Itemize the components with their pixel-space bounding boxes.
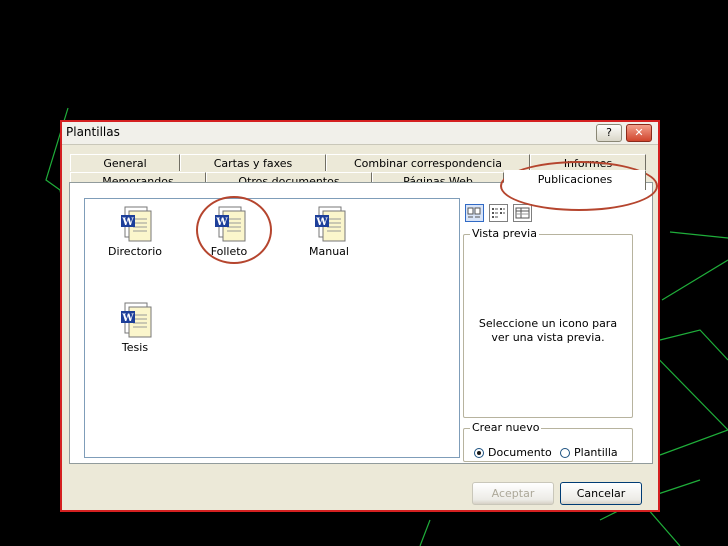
- preview-legend: Vista previa: [470, 227, 539, 240]
- tab-general[interactable]: General: [70, 154, 180, 171]
- close-button[interactable]: ✕: [626, 124, 652, 142]
- accept-button[interactable]: Aceptar: [472, 482, 554, 505]
- template-label: Directorio: [108, 245, 162, 258]
- list-icon: [492, 208, 505, 218]
- radio-selected-indicator: [474, 447, 484, 458]
- large-icons-icon: [467, 207, 481, 218]
- tab-publicaciones[interactable]: Publicaciones: [504, 170, 646, 190]
- large-icons-view-button[interactable]: [465, 204, 484, 222]
- template-icon-list: W Directorio W Folleto W Manual W Tesis: [84, 198, 460, 458]
- template-label: Folleto: [210, 245, 248, 258]
- dialog-title: Plantillas: [66, 125, 120, 139]
- word-document-icon: W: [117, 301, 153, 339]
- template-manual[interactable]: W Manual: [289, 205, 369, 258]
- radio-indicator: [560, 447, 570, 458]
- document-radio[interactable]: Documento: [474, 446, 552, 459]
- template-radio-label: Plantilla: [574, 446, 618, 459]
- svg-text:W: W: [121, 313, 134, 324]
- tab-cartas-y-faxes[interactable]: Cartas y faxes: [180, 154, 326, 171]
- word-document-icon: W: [211, 205, 247, 243]
- preview-group: Vista previa Seleccione un icono para ve…: [463, 227, 633, 418]
- create-new-legend: Crear nuevo: [470, 421, 542, 434]
- svg-text:W: W: [121, 217, 134, 228]
- template-directorio[interactable]: W Directorio: [95, 205, 175, 258]
- template-radio[interactable]: Plantilla: [560, 446, 618, 459]
- create-new-group: Crear nuevo Documento Plantilla: [463, 421, 633, 462]
- word-document-icon: W: [117, 205, 153, 243]
- details-view-button[interactable]: [513, 204, 532, 222]
- template-label: Tesis: [121, 341, 149, 354]
- word-document-icon: W: [311, 205, 347, 243]
- svg-text:W: W: [315, 217, 328, 228]
- preview-line-2: ver una vista previa.: [491, 331, 605, 344]
- tab-informes[interactable]: Informes: [530, 154, 646, 171]
- preview-message: Seleccione un icono para ver una vista p…: [464, 317, 632, 345]
- template-label: Manual: [309, 245, 349, 258]
- tab-combinar-correspondencia[interactable]: Combinar correspondencia: [326, 154, 530, 171]
- template-folleto[interactable]: W Folleto: [189, 205, 269, 258]
- templates-dialog: Plantillas ? ✕ General Cartas y faxes Co…: [60, 120, 660, 512]
- details-icon: [515, 207, 530, 219]
- cancel-button[interactable]: Cancelar: [560, 482, 642, 505]
- preview-line-1: Seleccione un icono para: [478, 317, 618, 330]
- document-radio-label: Documento: [488, 446, 552, 459]
- template-tesis[interactable]: W Tesis: [95, 301, 175, 354]
- svg-text:W: W: [215, 217, 228, 228]
- title-bar: Plantillas ? ✕: [62, 122, 658, 145]
- list-view-button[interactable]: [489, 204, 508, 222]
- help-button[interactable]: ?: [596, 124, 622, 142]
